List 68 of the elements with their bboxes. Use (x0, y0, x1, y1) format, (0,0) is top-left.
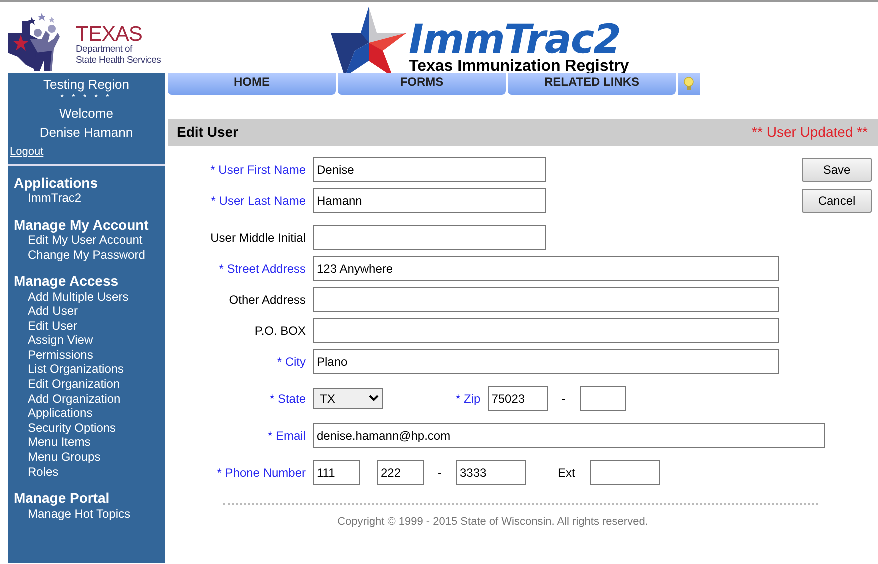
user-name: Denise Hamann (38, 124, 134, 140)
status-message: ** User Updated ** (752, 123, 868, 142)
text-field[interactable]: 123 Anywhere (313, 256, 779, 281)
zip-extension-field[interactable] (580, 386, 626, 411)
separator-text: - (438, 464, 442, 482)
menu-heading: Manage Access (14, 274, 120, 290)
extension-field[interactable] (590, 460, 660, 485)
app-name: ImmTrac2 (409, 21, 620, 59)
text-field[interactable]: Denise (313, 157, 546, 182)
field-label: * User First Name (210, 162, 306, 178)
menu-link[interactable]: List Organizations (14, 362, 156, 378)
text-field[interactable]: denise.hamann@hp.com (313, 423, 825, 448)
field-label: * State (268, 390, 306, 408)
menu-link[interactable]: Menu Groups (14, 450, 156, 465)
menu-heading: Manage My Account (14, 218, 150, 233)
copyright-text: Copyright © 1999 - 2015 State of Wisconsin. All rights reserved. (336, 515, 650, 530)
menu-heading: Applications (14, 176, 100, 191)
menu-link[interactable]: Edit Organization (14, 377, 156, 392)
agency-subtitle: State Health Services (76, 56, 162, 67)
field-label: Ext (558, 464, 576, 482)
menu-link[interactable]: Manage Hot Topics (14, 506, 156, 522)
menu-link[interactable]: Change My Password (14, 248, 156, 262)
page-title: Edit User (177, 123, 238, 142)
menu-link[interactable]: Edit User (14, 318, 156, 334)
nav-tab[interactable]: HOME (168, 73, 336, 95)
menu-link[interactable]: Add Organization (14, 392, 156, 406)
menu-link[interactable]: ImmTrac2 (14, 190, 156, 206)
phone-field[interactable]: 3333 (456, 460, 526, 485)
menu-link[interactable]: Roles (14, 464, 156, 480)
phone-field[interactable]: 111 (313, 460, 360, 485)
field-label: * Email (266, 428, 306, 444)
menu-link[interactable]: Applications (14, 406, 156, 421)
field-label: * Zip (456, 390, 481, 408)
form-button[interactable]: Save (802, 158, 872, 182)
text-field[interactable] (313, 225, 546, 250)
menu-link[interactable]: Menu Items (14, 435, 156, 450)
menu-heading: Manage Portal (14, 491, 111, 507)
form-button[interactable]: Cancel (802, 188, 872, 212)
app-tagline: Texas Immunization Registry (409, 59, 630, 75)
stars-text: * * * * * (60, 92, 114, 102)
menu-link[interactable]: Add Multiple Users (14, 290, 156, 304)
welcome-text: Welcome (58, 106, 114, 122)
field-label: * User Last Name (210, 192, 306, 210)
text-field[interactable]: Hamann (313, 188, 546, 213)
logout-link[interactable]: Logout (10, 146, 44, 160)
text-field[interactable] (313, 318, 779, 343)
agency-subtitle: Department of (76, 45, 134, 56)
lightbulb-icon (682, 76, 696, 92)
field-label: * Phone Number (216, 464, 306, 482)
field-label: * City (276, 354, 306, 370)
zip-field[interactable]: 75023 (488, 386, 548, 411)
region-name: Testing Region (42, 77, 130, 93)
field-label: * Street Address (218, 260, 306, 278)
field-label: User Middle Initial (210, 230, 306, 246)
field-label: Other Address (228, 292, 306, 308)
text-field[interactable]: Plano (313, 349, 779, 374)
text-field[interactable] (313, 287, 779, 312)
nav-tab[interactable]: FORMS (338, 73, 506, 95)
phone-field[interactable]: 222 (377, 460, 424, 485)
menu-link[interactable]: Security Options (14, 420, 156, 436)
menu-link[interactable]: Edit My User Account (14, 232, 156, 248)
state-dropdown[interactable]: TX (313, 388, 383, 409)
menu-link[interactable]: Add User (14, 304, 156, 319)
agency-name: TEXAS (76, 24, 144, 46)
field-label: P.O. BOX (254, 322, 306, 340)
nav-tab[interactable]: RELATED LINKS (508, 73, 676, 95)
menu-link[interactable]: Assign View Permissions (14, 333, 156, 362)
separator-text: - (562, 390, 566, 408)
